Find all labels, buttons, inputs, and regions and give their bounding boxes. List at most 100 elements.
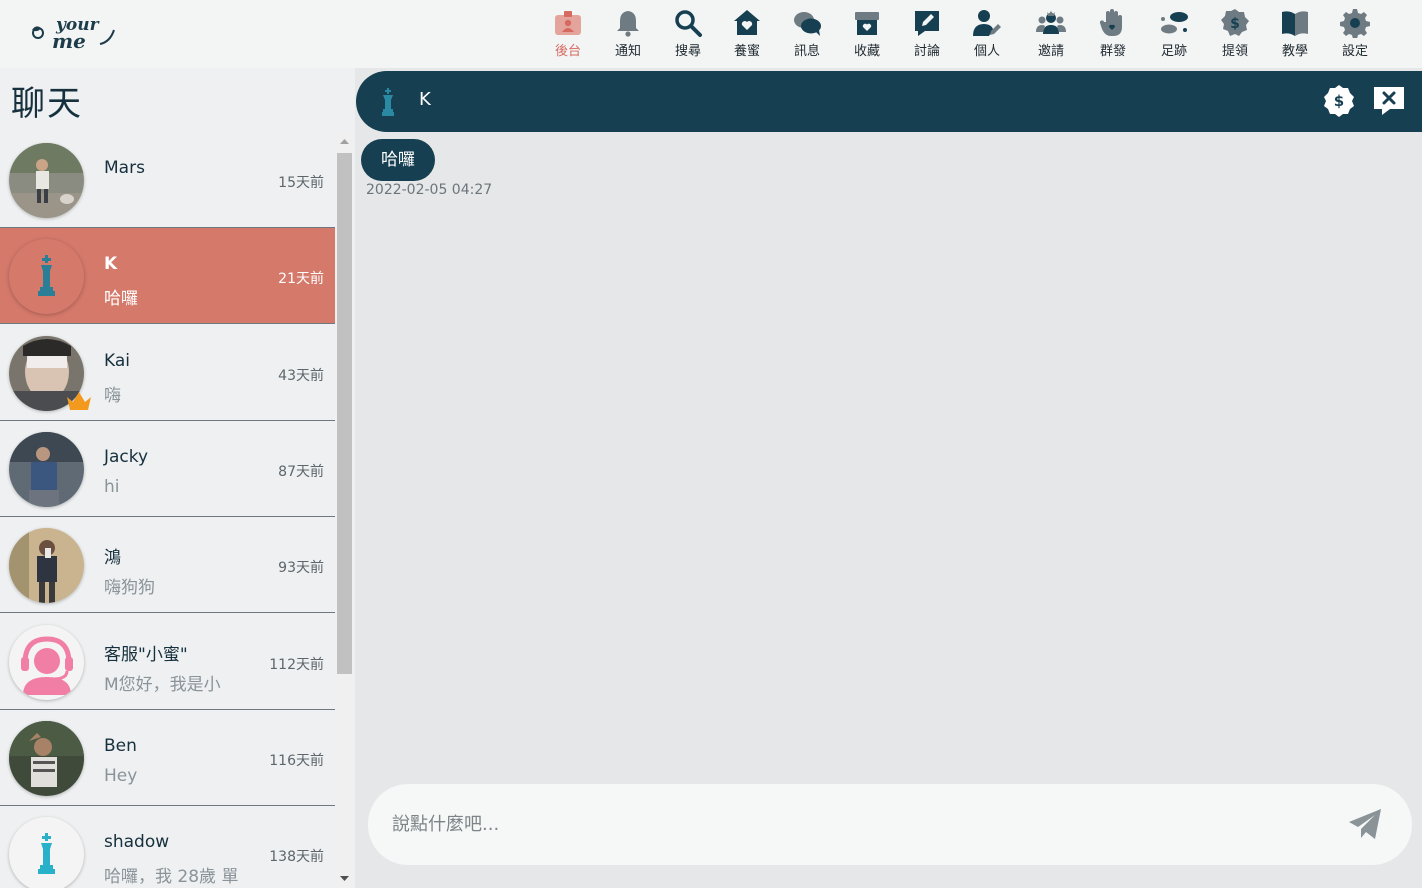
conversation-time: 21天前 <box>278 271 324 287</box>
nav-label: 群發 <box>1099 44 1126 59</box>
conversation-item-active[interactable]: K 哈囉 21天前 <box>0 228 335 324</box>
scrollbar-thumb[interactable] <box>337 153 352 674</box>
nav-tutorial[interactable]: 教學 <box>1265 4 1325 64</box>
crown-icon <box>67 392 91 410</box>
avatar <box>9 625 84 700</box>
nav-label: 後台 <box>554 44 581 59</box>
chess-king-icon <box>38 833 55 874</box>
nav-label: 養蜜 <box>733 44 760 59</box>
home-heart-icon <box>734 10 760 35</box>
nav-label: 足跡 <box>1160 44 1187 59</box>
avatar <box>9 432 84 507</box>
nav-label: 討論 <box>913 44 940 59</box>
conversation-time: 138天前 <box>269 849 324 865</box>
app-logo[interactable]: your me <box>28 14 118 54</box>
conversation-time: 87天前 <box>278 464 324 480</box>
nav-withdraw[interactable]: $ 提領 <box>1205 4 1265 64</box>
conversation-name: Ben <box>104 736 137 756</box>
conversation-item[interactable]: 鴻 嗨狗狗 93天前 <box>0 517 335 613</box>
conversation-preview: M您好，我是小 <box>104 675 221 695</box>
conversation-preview: Hey <box>104 766 138 786</box>
message-bubble: 哈囉 <box>361 139 435 181</box>
nav-invite[interactable]: 邀請 <box>1021 4 1081 64</box>
nav-backoffice[interactable]: 後台 <box>538 4 598 64</box>
send-gift-button[interactable]: $ <box>1322 84 1356 122</box>
nav-label: 教學 <box>1281 44 1308 59</box>
nav-sugar[interactable]: 養蜜 <box>717 4 777 64</box>
gear-icon <box>1340 9 1370 38</box>
nav-notifications[interactable]: 通知 <box>598 4 658 64</box>
avatar <box>9 143 84 218</box>
svg-text:$: $ <box>1334 92 1344 110</box>
conversation-preview: hi <box>104 477 120 497</box>
pencil-note-icon <box>915 11 939 36</box>
scroll-up-arrow[interactable] <box>336 132 353 152</box>
support-agent-icon <box>21 636 73 695</box>
conversation-time: 93天前 <box>278 560 324 576</box>
conversation-name: Kai <box>104 351 130 371</box>
conversation-preview: 哈囉，我 28歲 單 <box>104 867 239 887</box>
message-input[interactable] <box>392 800 1292 848</box>
conversation-time: 43天前 <box>278 368 324 384</box>
scroll-down-arrow[interactable] <box>336 868 353 888</box>
conversation-preview: 嗨狗狗 <box>104 578 155 598</box>
conversation-preview: 哈囉 <box>104 289 138 309</box>
top-navigation-bar: your me 後台 通知 搜尋 養蜜 訊息 收藏 討論 個人 邀請 群發 足跡… <box>0 0 1422 68</box>
nav-profile[interactable]: 個人 <box>957 4 1017 64</box>
book-icon <box>1282 11 1308 37</box>
nav-broadcast[interactable]: 群發 <box>1083 4 1143 64</box>
conversation-name: Mars <box>104 158 145 178</box>
conversation-sidebar: 聊天 Mars 15天前 K 哈囉 21天前 Kai 嗨 43天前 Jacky … <box>0 68 355 888</box>
conversation-item[interactable]: Jacky hi 87天前 <box>0 421 335 517</box>
conversation-item[interactable]: Kai 嗨 43天前 <box>0 325 335 421</box>
users-group-icon <box>1036 11 1066 34</box>
footprints-icon <box>1161 12 1188 34</box>
chat-header: K $ <box>356 71 1422 132</box>
conversation-item[interactable]: Mars 15天前 <box>0 132 335 228</box>
conversation-time: 116天前 <box>269 753 324 769</box>
nav-label: 邀請 <box>1037 44 1064 59</box>
sidebar-title: 聊天 <box>11 84 83 124</box>
conversation-time: 112天前 <box>269 657 324 673</box>
nav-favorites[interactable]: 收藏 <box>837 4 897 64</box>
svg-text:$: $ <box>1230 16 1240 32</box>
nav-label: 提領 <box>1221 44 1248 59</box>
conversation-name: K <box>104 254 118 274</box>
message-composer <box>368 784 1412 865</box>
conversation-list: Mars 15天前 K 哈囉 21天前 Kai 嗨 43天前 Jacky hi … <box>0 132 335 888</box>
nav-label: 設定 <box>1341 44 1368 59</box>
conversation-item[interactable]: Ben Hey 116天前 <box>0 710 335 806</box>
user-edit-icon <box>973 10 1001 36</box>
sidebar-scrollbar[interactable] <box>336 132 353 888</box>
message-timestamp: 2022-02-05 04:27 <box>366 182 493 198</box>
close-chat-icon <box>1374 87 1404 115</box>
badge-icon <box>555 11 581 35</box>
conversation-name: 鴻 <box>104 548 121 568</box>
search-icon <box>675 10 702 37</box>
nav-label: 收藏 <box>853 44 880 59</box>
nav-discussion[interactable]: 討論 <box>897 4 957 64</box>
paper-plane-icon <box>1349 809 1381 839</box>
nav-footprints[interactable]: 足跡 <box>1144 4 1204 64</box>
avatar <box>9 239 84 314</box>
conversation-name: Jacky <box>104 447 149 467</box>
chess-king-icon <box>382 88 394 116</box>
send-button[interactable] <box>1348 808 1382 844</box>
nav-messages[interactable]: 訊息 <box>777 4 837 64</box>
conversation-item[interactable]: shadow 哈囉，我 28歲 單 138天前 <box>0 806 335 888</box>
close-chat-button[interactable] <box>1372 84 1406 122</box>
nav-search[interactable]: 搜尋 <box>658 4 718 64</box>
avatar <box>9 817 84 888</box>
nav-label: 訊息 <box>793 44 820 59</box>
chat-bubbles-icon <box>794 12 821 36</box>
conversation-name: shadow <box>104 832 170 852</box>
svg-text:me: me <box>52 29 86 53</box>
avatar <box>9 528 84 603</box>
conversation-preview: 嗨 <box>104 386 121 406</box>
nav-settings[interactable]: 設定 <box>1325 4 1385 64</box>
avatar <box>9 721 84 796</box>
conversation-item[interactable]: 客服"小蜜" M您好，我是小 112天前 <box>0 614 335 710</box>
nav-label: 通知 <box>614 44 641 59</box>
bell-icon <box>617 11 639 37</box>
nav-label: 搜尋 <box>674 44 701 59</box>
